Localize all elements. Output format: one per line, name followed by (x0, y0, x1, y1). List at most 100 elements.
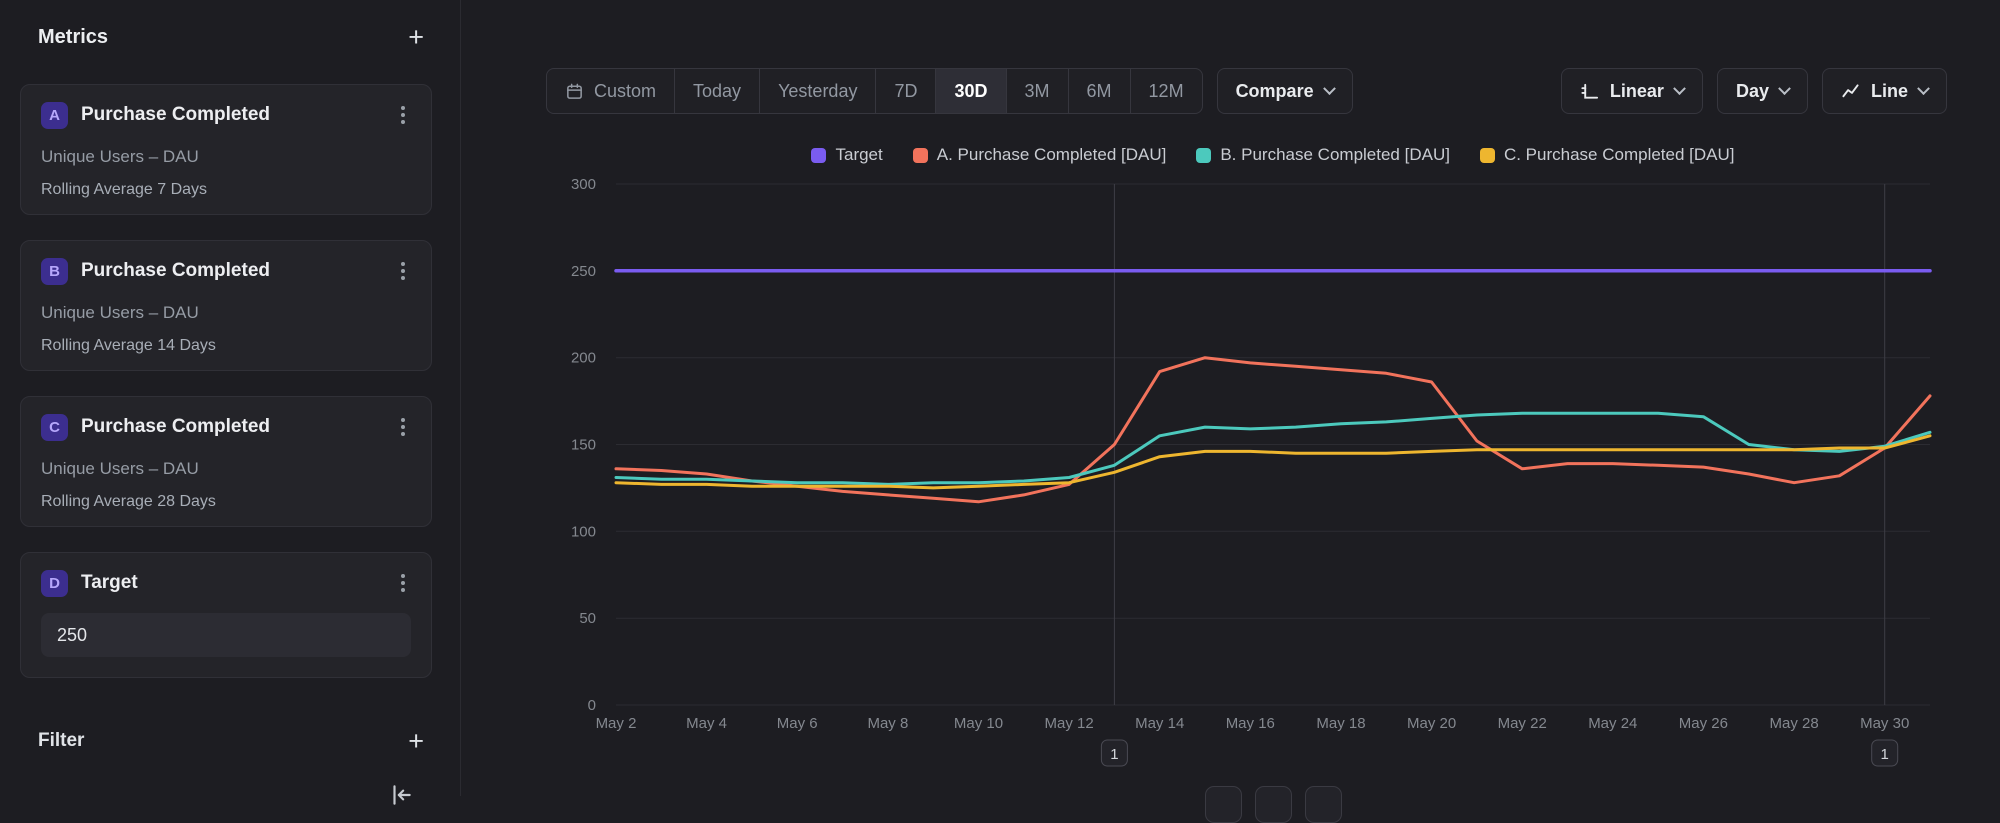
legend-item-a[interactable]: A. Purchase Completed [DAU] (913, 145, 1167, 165)
metric-transform[interactable]: Rolling Average 28 Days (41, 493, 411, 511)
chevron-down-icon (1673, 82, 1686, 95)
legend-swatch (913, 148, 928, 163)
kebab-menu-icon[interactable] (395, 413, 411, 441)
target-card-header: D Target (41, 569, 411, 597)
metric-card-header: C Purchase Completed (41, 413, 411, 441)
svg-text:May 22: May 22 (1498, 715, 1547, 732)
chart-panel: Custom Today Yesterday 7D 30D 3M 6M 12M … (461, 0, 2000, 796)
scale-selector-button[interactable]: Linear (1561, 68, 1703, 114)
svg-text:May 4: May 4 (686, 715, 727, 732)
granularity-selector-button[interactable]: Day (1717, 68, 1808, 114)
collapse-sidebar-button[interactable] (388, 780, 418, 810)
metrics-header: Metrics + (38, 22, 430, 52)
date-range-controls: Custom Today Yesterday 7D 30D 3M 6M 12M … (546, 68, 1353, 114)
svg-text:May 24: May 24 (1588, 715, 1637, 732)
granularity-label: Day (1736, 81, 1769, 102)
app-window: Metrics + A Purchase Completed Unique Us… (0, 0, 2000, 796)
metric-title: Purchase Completed (81, 260, 270, 282)
legend-swatch (1196, 148, 1211, 163)
svg-text:300: 300 (571, 176, 596, 193)
filter-title: Filter (38, 730, 84, 752)
metric-letter-badge: B (41, 258, 68, 285)
svg-text:250: 250 (571, 263, 596, 280)
date-range-today[interactable]: Today (675, 69, 760, 113)
metric-card-a[interactable]: A Purchase Completed Unique Users – DAU … (20, 84, 432, 215)
chart-action-button-1[interactable] (1205, 786, 1242, 823)
svg-text:May 8: May 8 (867, 715, 908, 732)
metric-card-b[interactable]: B Purchase Completed Unique Users – DAU … (20, 240, 432, 371)
svg-text:May 12: May 12 (1044, 715, 1093, 732)
svg-text:150: 150 (571, 437, 596, 454)
date-range-30d[interactable]: 30D (936, 69, 1006, 113)
svg-text:May 14: May 14 (1135, 715, 1184, 732)
svg-text:1: 1 (1881, 746, 1889, 763)
chevron-down-icon (1917, 82, 1930, 95)
svg-text:May 16: May 16 (1226, 715, 1275, 732)
legend-item-b[interactable]: B. Purchase Completed [DAU] (1196, 145, 1450, 165)
collapse-sidebar-icon (388, 782, 414, 808)
target-title: Target (81, 572, 138, 594)
legend-label: B. Purchase Completed [DAU] (1220, 145, 1450, 165)
legend-swatch (1480, 148, 1495, 163)
metric-transform[interactable]: Rolling Average 14 Days (41, 337, 411, 355)
add-filter-button[interactable]: + (402, 728, 430, 755)
chart-bottom-toolbar (616, 786, 1930, 823)
legend-label: C. Purchase Completed [DAU] (1504, 145, 1735, 165)
legend-item-target[interactable]: Target (811, 145, 882, 165)
legend-item-c[interactable]: C. Purchase Completed [DAU] (1480, 145, 1735, 165)
svg-text:May 30: May 30 (1860, 715, 1909, 732)
chart-type-label: Line (1871, 81, 1908, 102)
svg-text:50: 50 (579, 610, 596, 627)
chevron-down-icon (1323, 82, 1336, 95)
metric-measure[interactable]: Unique Users – DAU (41, 147, 411, 167)
add-metric-button[interactable]: + (402, 24, 430, 51)
legend-swatch (811, 148, 826, 163)
metric-title: Purchase Completed (81, 104, 270, 126)
svg-text:May 10: May 10 (954, 715, 1003, 732)
date-range-segmented-control: Custom Today Yesterday 7D 30D 3M 6M 12M (546, 68, 1203, 114)
metric-measure[interactable]: Unique Users – DAU (41, 303, 411, 323)
chart-action-button-3[interactable] (1305, 786, 1342, 823)
metric-letter-badge: C (41, 414, 68, 441)
line-chart-icon (1841, 82, 1860, 101)
svg-text:May 20: May 20 (1407, 715, 1456, 732)
metric-card-c[interactable]: C Purchase Completed Unique Users – DAU … (20, 396, 432, 527)
date-range-12m[interactable]: 12M (1131, 69, 1202, 113)
chart-legend: Target A. Purchase Completed [DAU] B. Pu… (616, 145, 1930, 165)
svg-text:May 28: May 28 (1769, 715, 1818, 732)
target-value-input[interactable]: 250 (41, 613, 411, 657)
chart-toolbar: Custom Today Yesterday 7D 30D 3M 6M 12M … (546, 68, 1947, 114)
svg-text:1: 1 (1110, 746, 1118, 763)
kebab-menu-icon[interactable] (395, 257, 411, 285)
kebab-menu-icon[interactable] (395, 101, 411, 129)
date-range-custom[interactable]: Custom (547, 69, 675, 113)
sidebar: Metrics + A Purchase Completed Unique Us… (0, 0, 461, 796)
axis-scale-icon (1580, 82, 1599, 101)
compare-button[interactable]: Compare (1217, 68, 1353, 114)
chart-type-selector-button[interactable]: Line (1822, 68, 1947, 114)
chart-display-controls: Linear Day Line (1561, 68, 1947, 114)
svg-text:May 26: May 26 (1679, 715, 1728, 732)
metric-transform[interactable]: Rolling Average 7 Days (41, 181, 411, 199)
svg-text:100: 100 (571, 523, 596, 540)
target-letter-badge: D (41, 570, 68, 597)
metric-measure[interactable]: Unique Users – DAU (41, 459, 411, 479)
date-range-3m[interactable]: 3M (1007, 69, 1069, 113)
date-range-6m[interactable]: 6M (1069, 69, 1131, 113)
metric-title: Purchase Completed (81, 416, 270, 438)
chevron-down-icon (1778, 82, 1791, 95)
date-range-yesterday[interactable]: Yesterday (760, 69, 876, 113)
date-range-label: Custom (594, 81, 656, 102)
svg-text:May 6: May 6 (777, 715, 818, 732)
date-range-7d[interactable]: 7D (876, 69, 936, 113)
metric-card-header: A Purchase Completed (41, 101, 411, 129)
chart-action-button-2[interactable] (1255, 786, 1292, 823)
kebab-menu-icon[interactable] (395, 569, 411, 597)
calendar-icon (565, 82, 584, 101)
svg-text:May 18: May 18 (1316, 715, 1365, 732)
legend-label: Target (835, 145, 882, 165)
target-card[interactable]: D Target 250 (20, 552, 432, 678)
compare-label: Compare (1236, 81, 1314, 102)
line-chart[interactable]: 05010015020025030011May 2May 4May 6May 8… (461, 170, 2000, 796)
scale-label: Linear (1610, 81, 1664, 102)
